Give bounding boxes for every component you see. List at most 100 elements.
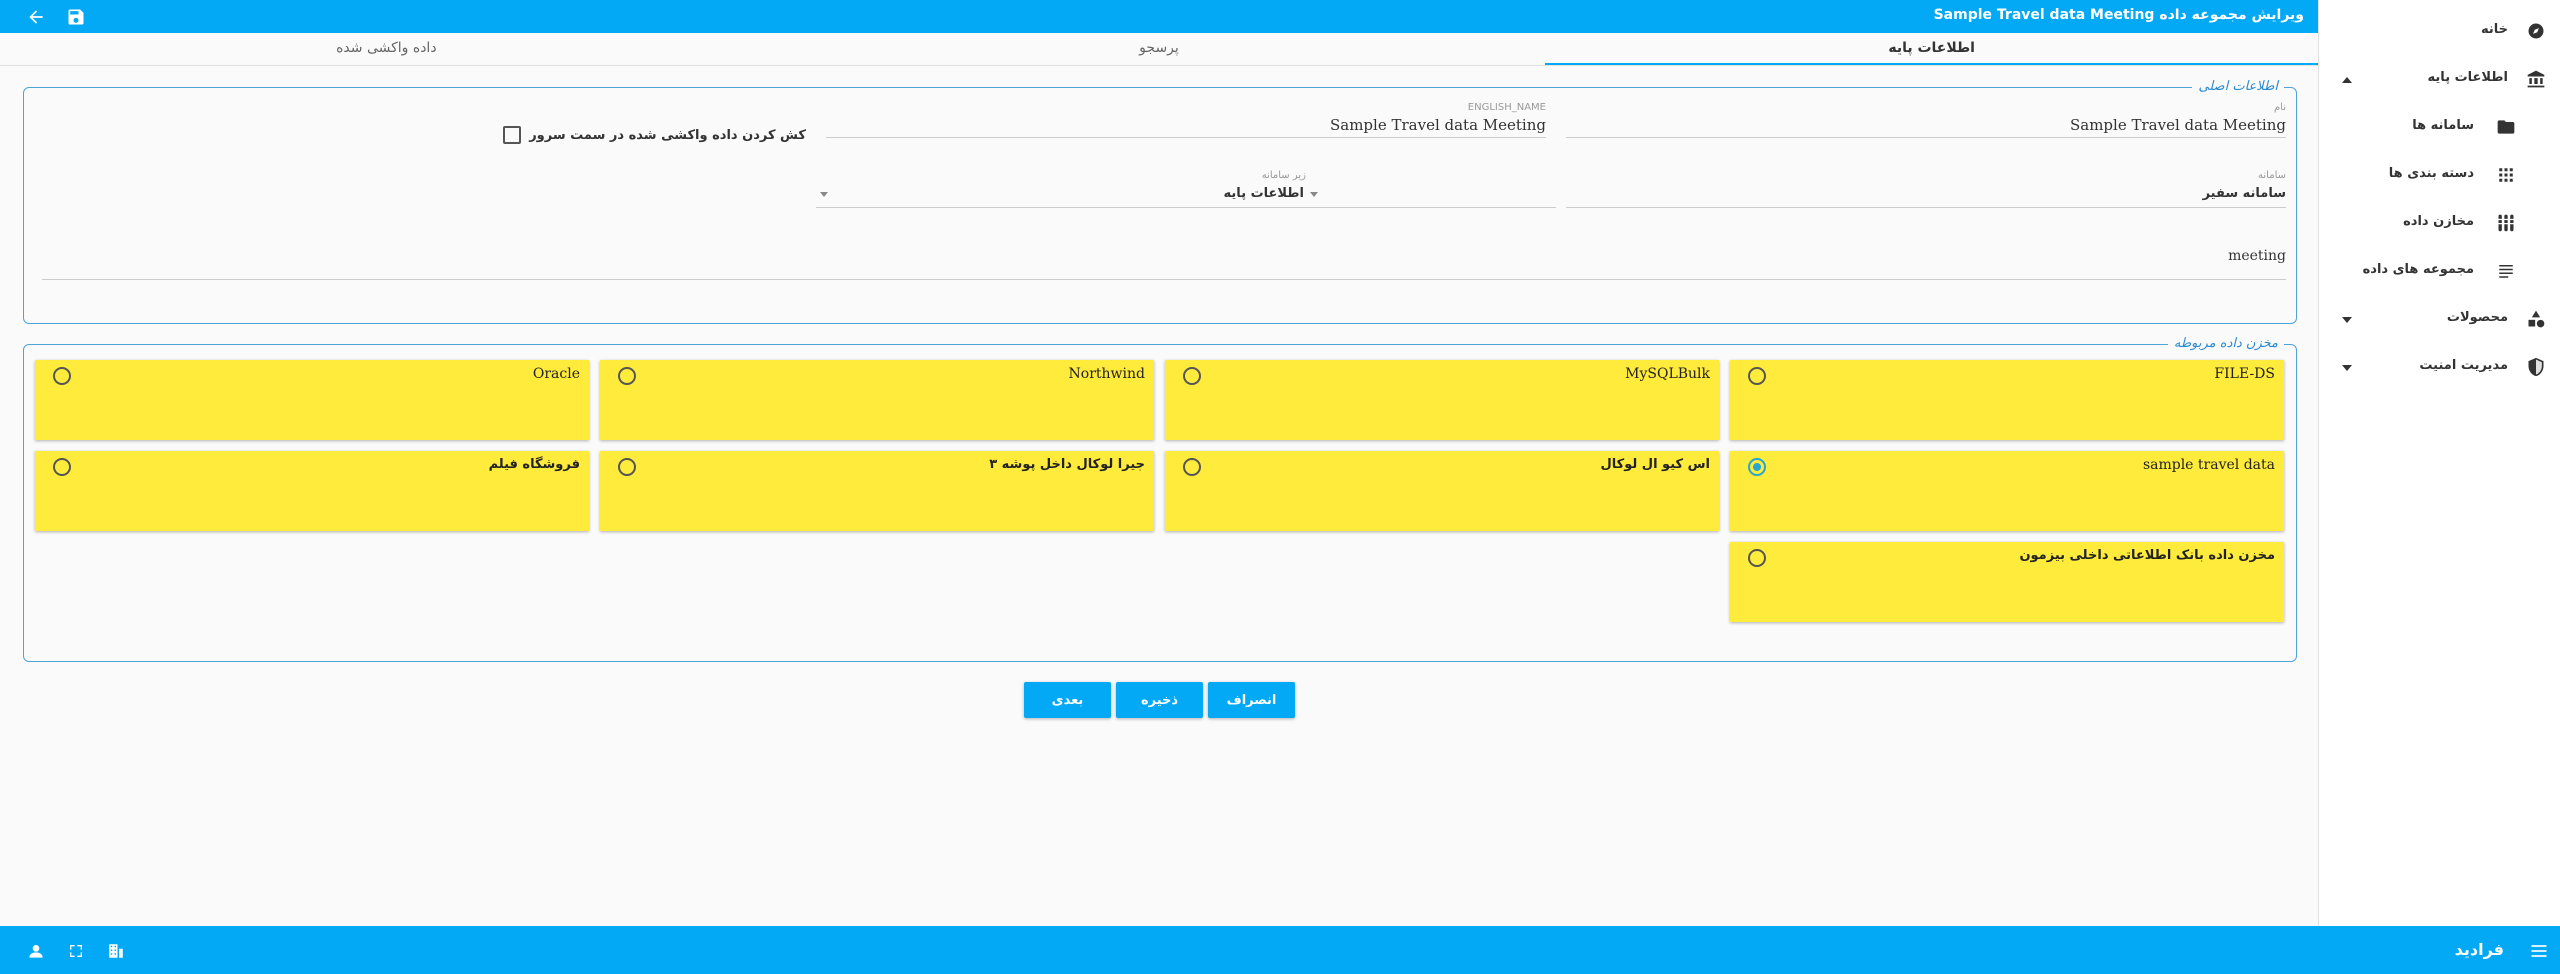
save-button[interactable]: ذخیره xyxy=(1116,682,1203,718)
system-underline xyxy=(1566,207,2286,208)
datastore-radio[interactable] xyxy=(1183,367,1201,385)
main-info-section: اطلاعات اصلی نام Sample Travel data Meet… xyxy=(23,79,2297,324)
datastore-card-label: فروشگاه فیلم xyxy=(488,457,580,472)
subsystem-value: اطلاعات پایه xyxy=(1223,186,1304,201)
system-select[interactable]: سامانه سامانه سفیر xyxy=(1566,170,2286,208)
subsystem-select[interactable]: زیر سامانه اطلاعات پایه xyxy=(816,170,1556,208)
cancel-button[interactable]: انصراف xyxy=(1208,682,1295,718)
name-value: Sample Travel data Meeting xyxy=(2069,116,2286,134)
sidebar-item-security[interactable]: مدیریت امنیت xyxy=(2318,343,2560,391)
sidebar-item-datasets[interactable]: مجموعه های داده xyxy=(2318,247,2560,295)
sidebar-item-label: اطلاعات پایه xyxy=(2427,70,2508,85)
cache-checkbox[interactable] xyxy=(503,126,522,144)
datastore-radio[interactable] xyxy=(1748,549,1766,567)
main-info-legend: اطلاعات اصلی xyxy=(2192,79,2284,94)
tab-basic-info[interactable]: اطلاعات پایه xyxy=(1545,33,2318,65)
system-value: سامانه سفیر xyxy=(2202,186,2286,201)
name-underline xyxy=(1566,137,2286,138)
datastore-card-label: Northwind xyxy=(1068,366,1145,382)
datastore-radio[interactable] xyxy=(1183,458,1201,476)
folder-icon xyxy=(2496,117,2516,137)
datastore-card-sample-travel-data[interactable]: sample travel data xyxy=(1730,451,2284,531)
page-title: ویرایش مجموعه داده Sample Travel data Me… xyxy=(1933,7,2304,23)
datastore-radio[interactable] xyxy=(618,458,636,476)
datastore-card-bizmoon-internal[interactable]: مخزن داده بانک اطلاعاتی داخلی بیزمون xyxy=(1730,542,2284,622)
name-label: نام xyxy=(2273,102,2286,113)
bottom-bar: فرادید xyxy=(0,926,2560,974)
datastore-radio[interactable] xyxy=(618,367,636,385)
datastore-card-file-ds[interactable]: FILE-DS xyxy=(1730,360,2284,440)
english-name-field[interactable]: ENGLISH_NAME Sample Travel data Meeting xyxy=(826,102,1546,138)
sidebar-item-label: مجموعه های داده xyxy=(2362,262,2474,277)
sidebar-item-label: دسته بندی ها xyxy=(2388,166,2474,181)
organization-icon[interactable] xyxy=(105,940,127,962)
sidebar-item-label: محصولات xyxy=(2446,310,2508,325)
sidebar: خانه اطلاعات پایه سامانه ها دسته بندی ها xyxy=(2318,0,2560,926)
datastore-card-label: MySQLBulk xyxy=(1625,366,1710,382)
datastore-card-label: FILE-DS xyxy=(2214,366,2275,382)
apps-grid-icon xyxy=(2496,165,2516,185)
shapes-icon xyxy=(2526,309,2546,329)
list-icon xyxy=(2496,261,2516,281)
datastore-card-sql-local[interactable]: اس کیو ال لوکال xyxy=(1165,451,1719,531)
cache-checkbox-row[interactable]: کش کردن داده واکشی شده در سمت سرور xyxy=(503,126,806,144)
top-bar: ویرایش مجموعه داده Sample Travel data Me… xyxy=(0,0,2318,33)
tab-fetched-data[interactable]: داده واکشی شده xyxy=(0,33,773,65)
next-button[interactable]: بعدی xyxy=(1024,682,1111,718)
datastore-legend: مخزن داده مربوطه xyxy=(2167,336,2284,351)
sidebar-item-products[interactable]: محصولات xyxy=(2318,295,2560,343)
system-label: سامانه xyxy=(2258,170,2286,181)
datastore-radio-selected[interactable] xyxy=(1748,458,1766,476)
user-icon[interactable] xyxy=(25,940,47,962)
brand-logo: فرادید xyxy=(2454,940,2504,959)
datastore-radio[interactable] xyxy=(1748,367,1766,385)
datastore-card-jira-local[interactable]: جیرا لوکال داخل پوشه ۳ xyxy=(600,451,1154,531)
datastore-card-film-store[interactable]: فروشگاه فیلم xyxy=(35,451,589,531)
description-underline xyxy=(42,279,2286,280)
save-icon[interactable] xyxy=(64,5,88,29)
datastore-radio[interactable] xyxy=(53,367,71,385)
fullscreen-icon[interactable] xyxy=(65,940,87,962)
sidebar-item-basic-info[interactable]: اطلاعات پایه xyxy=(2318,55,2560,103)
datastore-radio[interactable] xyxy=(53,458,71,476)
subsystem-dropdown-icon[interactable] xyxy=(820,192,828,197)
english-name-value: Sample Travel data Meeting xyxy=(1329,116,1546,134)
description-field[interactable]: meeting xyxy=(42,240,2286,280)
description-value: meeting xyxy=(2228,248,2286,264)
sidebar-item-datastores[interactable]: مخازن داده xyxy=(2318,199,2560,247)
sidebar-item-label: خانه xyxy=(2480,22,2508,37)
menu-icon[interactable] xyxy=(2528,940,2550,962)
sidebar-item-categories[interactable]: دسته بندی ها xyxy=(2318,151,2560,199)
datastore-card-label: Oracle xyxy=(532,366,580,382)
sidebar-item-home[interactable]: خانه xyxy=(2318,7,2560,55)
name-field[interactable]: نام Sample Travel data Meeting xyxy=(1566,102,2286,138)
expand-caret-icon[interactable] xyxy=(2342,365,2352,371)
database-icon xyxy=(2496,213,2516,233)
cache-checkbox-label: کش کردن داده واکشی شده در سمت سرور xyxy=(529,127,806,143)
sidebar-item-label: سامانه ها xyxy=(2412,118,2474,133)
datastore-card-label: sample travel data xyxy=(2142,457,2275,473)
english-name-underline xyxy=(826,137,1546,138)
bank-icon xyxy=(2526,69,2546,89)
app-root: ویرایش مجموعه داده Sample Travel data Me… xyxy=(0,0,2560,974)
sidebar-item-label: مدیریت امنیت xyxy=(2419,358,2508,373)
expand-caret-icon[interactable] xyxy=(2342,317,2352,323)
sidebar-item-systems[interactable]: سامانه ها xyxy=(2318,103,2560,151)
datastore-card-mysqlbulk[interactable]: MySQLBulk xyxy=(1165,360,1719,440)
datastore-card-oracle[interactable]: Oracle xyxy=(35,360,589,440)
subsystem-underline xyxy=(816,207,1556,208)
datastore-card-label: جیرا لوکال داخل پوشه ۳ xyxy=(989,457,1145,472)
back-arrow-icon[interactable] xyxy=(24,5,48,29)
tab-bar: اطلاعات پایه پرسجو داده واکشی شده xyxy=(0,33,2318,66)
shield-icon xyxy=(2526,357,2546,377)
english-name-label: ENGLISH_NAME xyxy=(1467,102,1546,113)
tab-query[interactable]: پرسجو xyxy=(773,33,1546,65)
subsystem-label: زیر سامانه xyxy=(1261,170,1306,181)
collapse-caret-icon[interactable] xyxy=(2342,77,2352,83)
sidebar-item-label: مخازن داده xyxy=(2403,214,2474,229)
compass-icon xyxy=(2526,21,2546,41)
datastore-card-northwind[interactable]: Northwind xyxy=(600,360,1154,440)
datastore-section: مخزن داده مربوطه FILE-DS MySQLBulk North… xyxy=(23,336,2297,662)
subsystem-caret-icon xyxy=(1310,192,1318,197)
datastore-card-label: مخزن داده بانک اطلاعاتی داخلی بیزمون xyxy=(2019,548,2275,563)
